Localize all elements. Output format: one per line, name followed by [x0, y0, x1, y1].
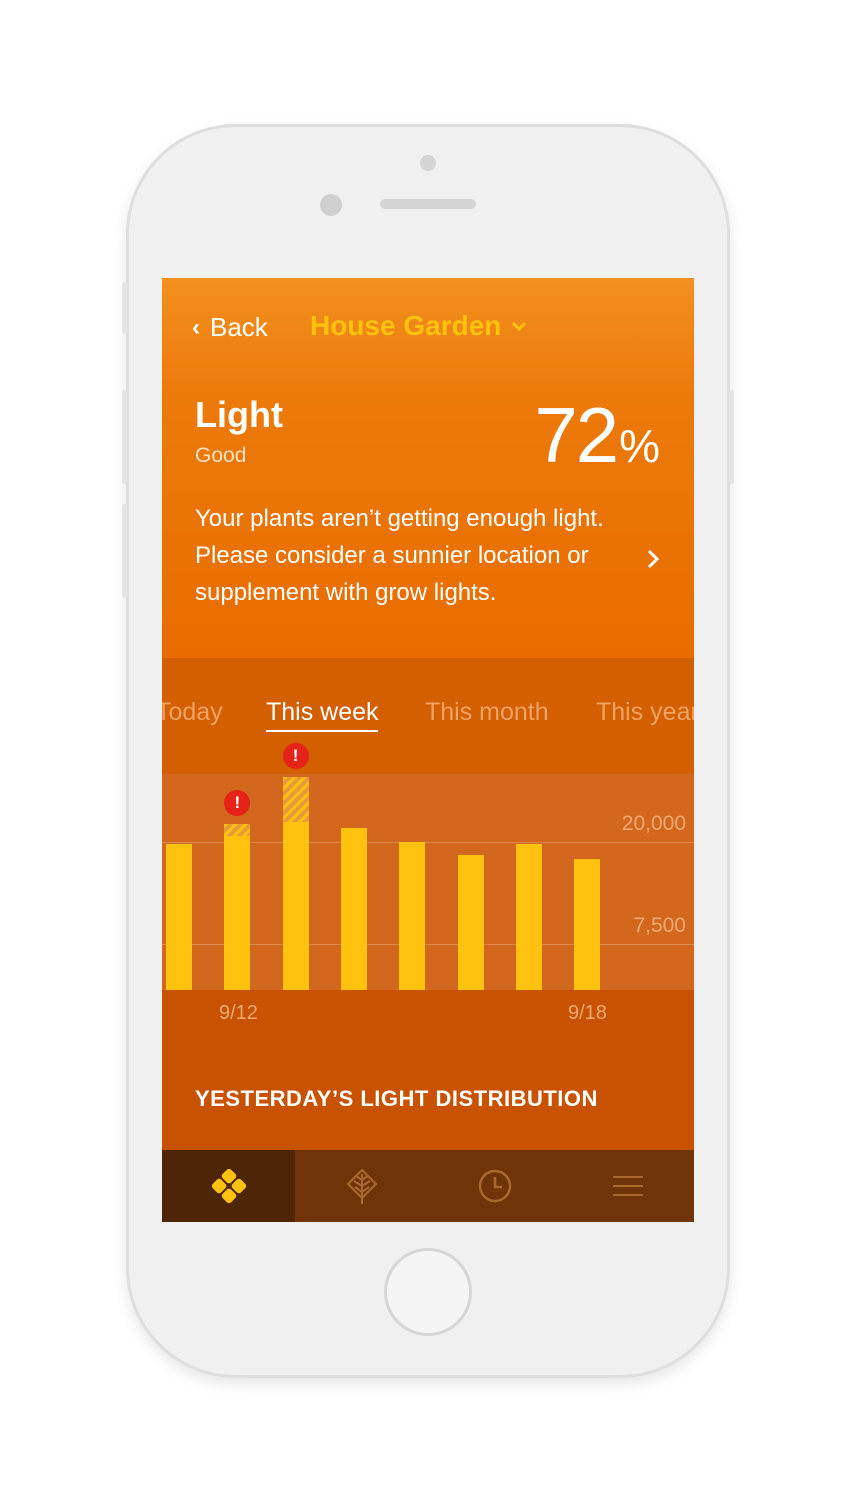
chart-bar-excess — [282, 777, 309, 822]
back-button[interactable]: ‹ Back — [192, 312, 268, 343]
period-tabs: Today This week This month This year — [162, 658, 694, 774]
front-camera — [320, 194, 342, 216]
x-tick-label: 9/18 — [568, 1002, 607, 1024]
advice-message[interactable]: Your plants aren’t getting enough light.… — [195, 500, 615, 611]
mute-switch — [122, 282, 127, 334]
chevron-right-icon[interactable] — [646, 548, 660, 570]
metric-status: Good — [195, 444, 247, 467]
advice-line: Your plants aren’t getting enough light. — [195, 505, 604, 532]
distribution-title: YESTERDAY’S LIGHT DISTRIBUTION — [195, 1086, 598, 1111]
chart-bar[interactable] — [166, 844, 192, 990]
active-tab-indicator — [266, 730, 378, 732]
earpiece-speaker — [380, 199, 476, 209]
back-label: Back — [210, 312, 268, 342]
advice-line: supplement with grow lights. — [195, 579, 497, 606]
light-chart: 20,000 7,500 !! — [162, 743, 694, 990]
home-button[interactable] — [384, 1248, 472, 1336]
alert-icon[interactable]: ! — [282, 743, 309, 770]
chart-bar-excess — [224, 824, 251, 836]
percent-symbol: % — [619, 420, 660, 472]
chart-plot: 20,000 7,500 !! — [162, 743, 694, 990]
alert-icon[interactable]: ! — [224, 790, 251, 817]
garden-selector[interactable]: House Garden — [310, 310, 527, 342]
garden-name: House Garden — [310, 310, 502, 341]
tab-this-week[interactable]: This week — [266, 698, 379, 727]
y-tick-label: 7,500 — [633, 914, 686, 937]
front-sensor — [420, 155, 436, 171]
menu-icon — [612, 1176, 643, 1196]
tab-today[interactable]: Today — [162, 698, 223, 727]
chart-x-axis: 9/12 9/18 — [162, 990, 694, 1090]
bottom-tab-bar — [162, 1150, 694, 1222]
chevron-down-icon — [512, 321, 527, 332]
power-button — [729, 390, 734, 484]
clock-icon — [478, 1169, 511, 1203]
advice-line: Please consider a sunnier location or — [195, 542, 589, 569]
tabbar-item-dashboard[interactable] — [162, 1150, 295, 1222]
tab-this-year[interactable]: This year — [596, 698, 694, 727]
clover-icon — [211, 1168, 246, 1204]
chart-bar[interactable] — [340, 827, 367, 990]
chart-bar[interactable] — [515, 844, 542, 990]
chart-bar[interactable] — [457, 854, 484, 990]
header-area: ‹ Back House Garden Light Good 72% Your … — [162, 278, 694, 658]
metric-percent: 72% — [534, 390, 660, 481]
tabbar-item-menu[interactable] — [561, 1150, 694, 1222]
x-tick-label: 9/12 — [219, 1002, 258, 1024]
volume-up-button — [122, 390, 127, 484]
tab-this-month[interactable]: This month — [425, 698, 549, 727]
metric-title: Light — [195, 394, 283, 435]
chart-bar[interactable] — [282, 821, 309, 990]
percent-value: 72 — [534, 391, 619, 479]
y-tick-label: 20,000 — [621, 812, 686, 835]
tabbar-item-history[interactable] — [428, 1150, 561, 1222]
chart-bar[interactable] — [224, 835, 251, 990]
tabbar-item-plants[interactable] — [295, 1150, 428, 1222]
leaf-icon — [346, 1168, 377, 1204]
app-screen: ‹ Back House Garden Light Good 72% Your … — [162, 278, 694, 1222]
chart-bar[interactable] — [574, 859, 601, 990]
chevron-left-icon: ‹ — [192, 313, 200, 341]
volume-down-button — [122, 504, 127, 598]
chart-bar[interactable] — [399, 841, 426, 990]
